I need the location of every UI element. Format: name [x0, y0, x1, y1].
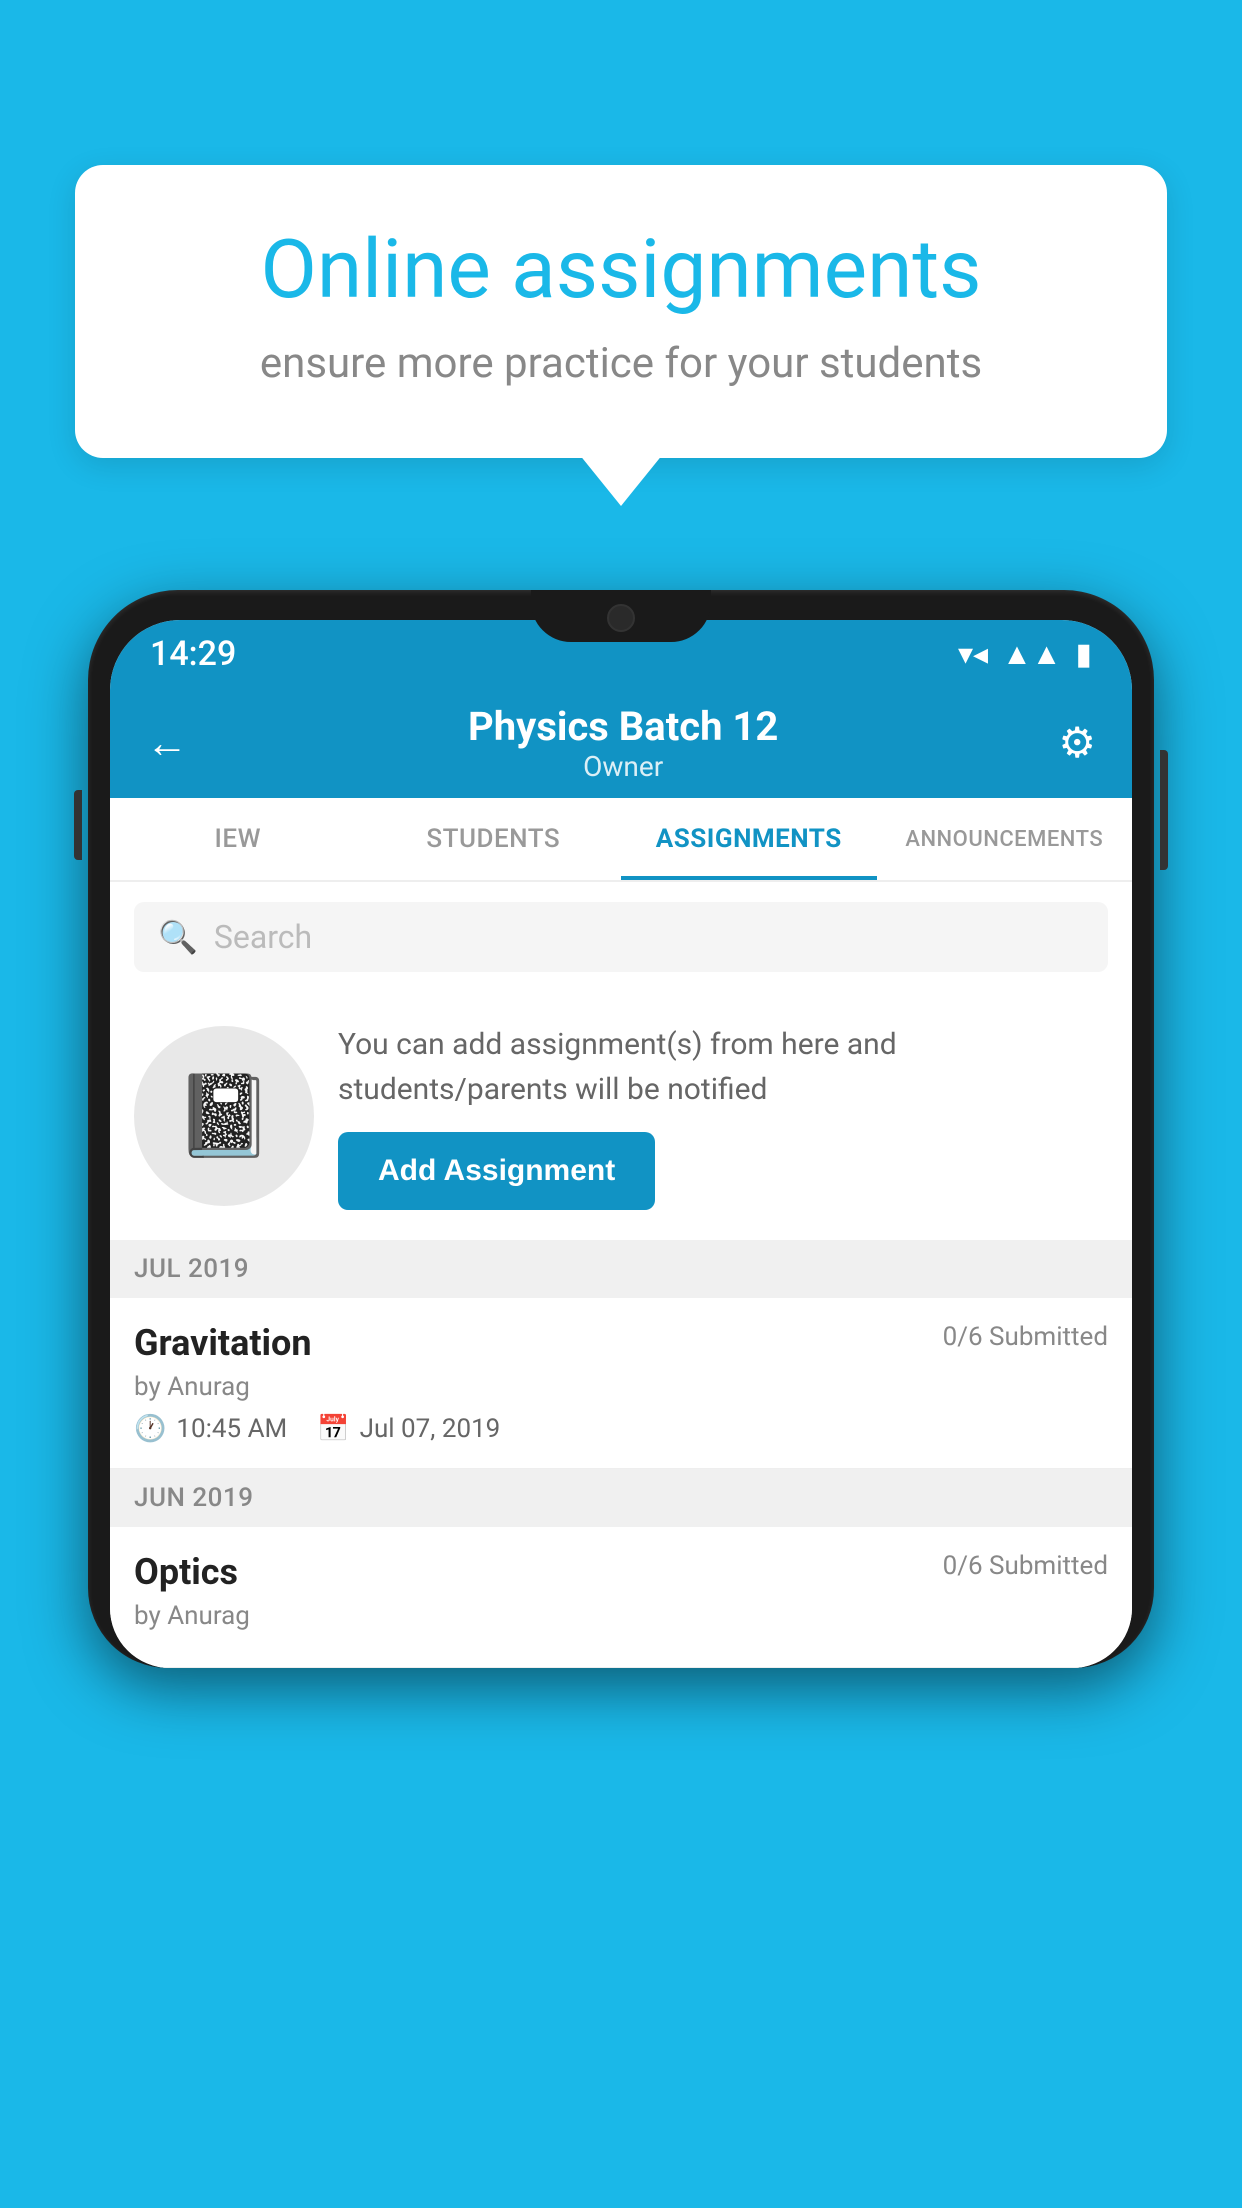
status-icons: ▾◂ ▲▲ ▮ [958, 637, 1092, 672]
assignment-icon-circle: 📓 [134, 1026, 314, 1206]
assignment-date-value: Jul 07, 2019 [360, 1414, 501, 1444]
assignment-title: Gravitation [134, 1322, 312, 1364]
search-placeholder: Search [214, 918, 312, 956]
info-section: 📓 You can add assignment(s) from here an… [110, 992, 1132, 1240]
phone-screen: 14:29 ▾◂ ▲▲ ▮ ← Physics Batch 12 Owner ⚙… [110, 620, 1132, 1668]
tab-students[interactable]: STUDENTS [366, 798, 622, 880]
phone-camera [607, 604, 635, 632]
app-bar-subtitle: Owner [468, 750, 778, 783]
side-button-left [74, 790, 82, 860]
wifi-icon: ▾◂ [958, 637, 988, 672]
tab-iew[interactable]: IEW [110, 798, 366, 880]
tab-assignments[interactable]: ASSIGNMENTS [621, 798, 877, 880]
search-bar[interactable]: 🔍 Search [134, 902, 1108, 972]
assignment-submitted-optics: 0/6 Submitted [943, 1551, 1108, 1581]
assignment-time: 🕐 10:45 AM [134, 1414, 287, 1444]
phone-outer: 14:29 ▾◂ ▲▲ ▮ ← Physics Batch 12 Owner ⚙… [88, 590, 1154, 1668]
signal-icon: ▲▲ [1002, 637, 1061, 672]
month-separator-jul: JUL 2019 [110, 1240, 1132, 1298]
notebook-icon: 📓 [174, 1069, 274, 1163]
status-time: 14:29 [150, 634, 236, 674]
calendar-icon: 📅 [317, 1414, 349, 1444]
info-description: You can add assignment(s) from here and … [338, 1022, 1108, 1112]
search-icon: 🔍 [158, 918, 198, 956]
assignment-submitted: 0/6 Submitted [943, 1322, 1108, 1352]
assignment-title-optics: Optics [134, 1551, 238, 1593]
assignment-item-optics[interactable]: Optics 0/6 Submitted by Anurag [110, 1527, 1132, 1668]
assignment-meta: 🕐 10:45 AM 📅 Jul 07, 2019 [134, 1414, 1108, 1444]
assignment-header: Gravitation 0/6 Submitted [134, 1322, 1108, 1364]
back-button[interactable]: ← [146, 719, 188, 768]
add-assignment-button[interactable]: Add Assignment [338, 1132, 655, 1210]
tab-announcements[interactable]: ANNOUNCEMENTS [877, 798, 1133, 880]
app-bar-title: Physics Batch 12 [468, 703, 778, 750]
settings-button[interactable]: ⚙ [1058, 718, 1096, 768]
clock-icon: 🕐 [134, 1414, 166, 1444]
side-button-right [1160, 750, 1168, 870]
bubble-subtitle: ensure more practice for your students [145, 339, 1097, 388]
app-bar: ← Physics Batch 12 Owner ⚙ [110, 688, 1132, 798]
tabs-bar: IEW STUDENTS ASSIGNMENTS ANNOUNCEMENTS [110, 798, 1132, 882]
phone-notch [531, 590, 711, 642]
assignment-by-optics: by Anurag [134, 1601, 1108, 1631]
assignment-time-value: 10:45 AM [176, 1414, 287, 1444]
info-text-block: You can add assignment(s) from here and … [338, 1022, 1108, 1210]
search-container: 🔍 Search [110, 882, 1132, 992]
app-bar-center: Physics Batch 12 Owner [468, 703, 778, 783]
phone-wrapper: 14:29 ▾◂ ▲▲ ▮ ← Physics Batch 12 Owner ⚙… [88, 590, 1154, 2208]
assignment-header-optics: Optics 0/6 Submitted [134, 1551, 1108, 1593]
month-separator-jun: JUN 2019 [110, 1469, 1132, 1527]
assignment-by: by Anurag [134, 1372, 1108, 1402]
assignment-item-gravitation[interactable]: Gravitation 0/6 Submitted by Anurag 🕐 10… [110, 1298, 1132, 1469]
assignment-date: 📅 Jul 07, 2019 [317, 1414, 500, 1444]
battery-icon: ▮ [1075, 637, 1092, 672]
speech-bubble-card: Online assignments ensure more practice … [75, 165, 1167, 458]
bubble-title: Online assignments [145, 225, 1097, 315]
